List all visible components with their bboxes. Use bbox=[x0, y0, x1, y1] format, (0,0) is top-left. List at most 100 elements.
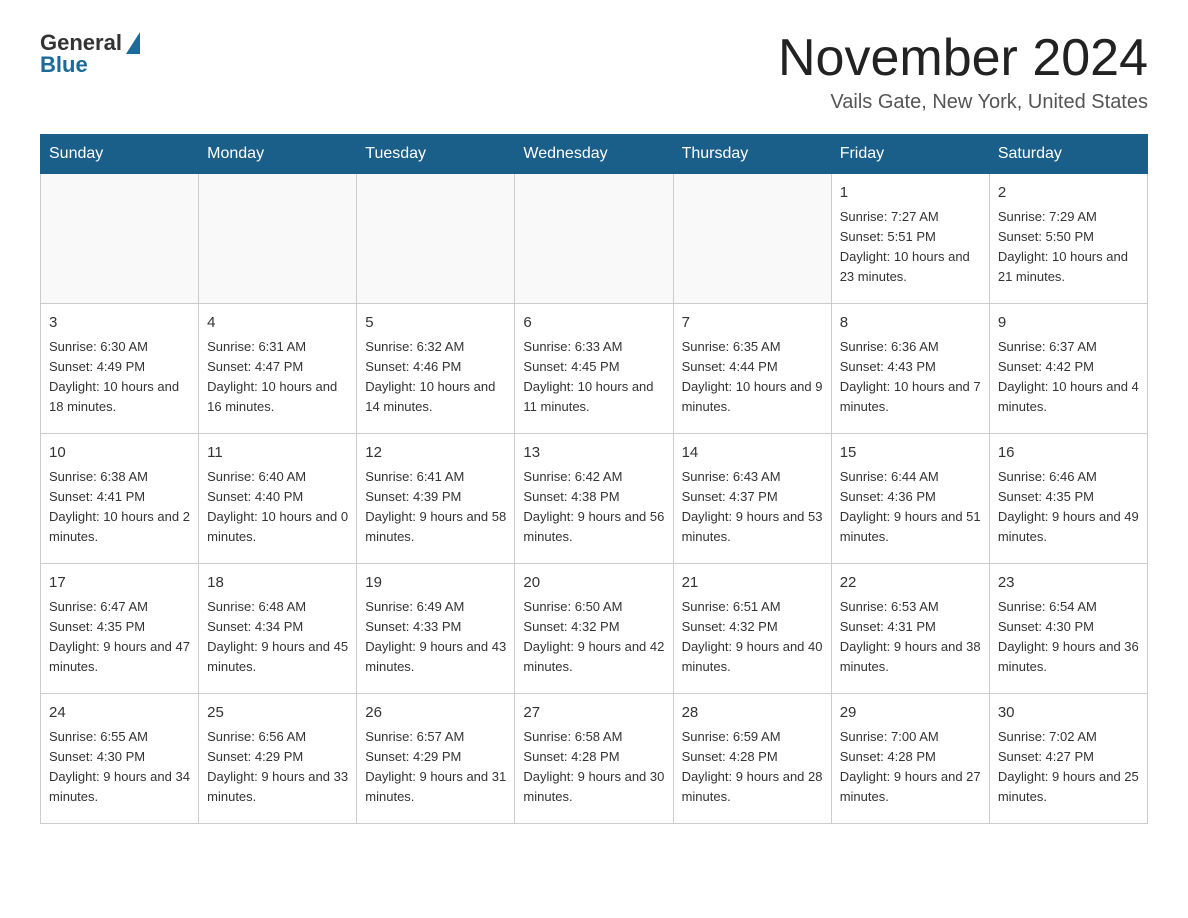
day-number: 8 bbox=[840, 312, 981, 335]
calendar-table: SundayMondayTuesdayWednesdayThursdayFrid… bbox=[40, 134, 1148, 824]
day-number: 22 bbox=[840, 572, 981, 595]
calendar-cell: 7Sunrise: 6:35 AM Sunset: 4:44 PM Daylig… bbox=[673, 304, 831, 434]
day-number: 2 bbox=[998, 182, 1139, 205]
day-info: Sunrise: 6:54 AM Sunset: 4:30 PM Dayligh… bbox=[998, 597, 1139, 678]
day-info: Sunrise: 6:36 AM Sunset: 4:43 PM Dayligh… bbox=[840, 337, 981, 418]
calendar-cell bbox=[515, 174, 673, 304]
day-info: Sunrise: 7:02 AM Sunset: 4:27 PM Dayligh… bbox=[998, 727, 1139, 808]
day-info: Sunrise: 6:33 AM Sunset: 4:45 PM Dayligh… bbox=[523, 337, 664, 418]
calendar-cell: 15Sunrise: 6:44 AM Sunset: 4:36 PM Dayli… bbox=[831, 434, 989, 564]
calendar-body: 1Sunrise: 7:27 AM Sunset: 5:51 PM Daylig… bbox=[41, 174, 1148, 824]
day-of-week-monday: Monday bbox=[199, 135, 357, 174]
calendar-week-3: 10Sunrise: 6:38 AM Sunset: 4:41 PM Dayli… bbox=[41, 434, 1148, 564]
calendar-cell: 22Sunrise: 6:53 AM Sunset: 4:31 PM Dayli… bbox=[831, 564, 989, 694]
calendar-header: SundayMondayTuesdayWednesdayThursdayFrid… bbox=[41, 135, 1148, 174]
day-info: Sunrise: 6:37 AM Sunset: 4:42 PM Dayligh… bbox=[998, 337, 1139, 418]
calendar-cell: 9Sunrise: 6:37 AM Sunset: 4:42 PM Daylig… bbox=[989, 304, 1147, 434]
calendar-cell: 18Sunrise: 6:48 AM Sunset: 4:34 PM Dayli… bbox=[199, 564, 357, 694]
day-info: Sunrise: 6:38 AM Sunset: 4:41 PM Dayligh… bbox=[49, 467, 190, 548]
calendar-cell: 19Sunrise: 6:49 AM Sunset: 4:33 PM Dayli… bbox=[357, 564, 515, 694]
day-info: Sunrise: 6:46 AM Sunset: 4:35 PM Dayligh… bbox=[998, 467, 1139, 548]
day-number: 12 bbox=[365, 442, 506, 465]
days-of-week-row: SundayMondayTuesdayWednesdayThursdayFrid… bbox=[41, 135, 1148, 174]
calendar-cell: 17Sunrise: 6:47 AM Sunset: 4:35 PM Dayli… bbox=[41, 564, 199, 694]
logo: General Blue bbox=[40, 30, 140, 78]
day-info: Sunrise: 6:47 AM Sunset: 4:35 PM Dayligh… bbox=[49, 597, 190, 678]
day-info: Sunrise: 6:35 AM Sunset: 4:44 PM Dayligh… bbox=[682, 337, 823, 418]
day-number: 26 bbox=[365, 702, 506, 725]
day-info: Sunrise: 6:56 AM Sunset: 4:29 PM Dayligh… bbox=[207, 727, 348, 808]
calendar-cell: 28Sunrise: 6:59 AM Sunset: 4:28 PM Dayli… bbox=[673, 694, 831, 824]
day-info: Sunrise: 7:00 AM Sunset: 4:28 PM Dayligh… bbox=[840, 727, 981, 808]
day-number: 10 bbox=[49, 442, 190, 465]
day-info: Sunrise: 6:57 AM Sunset: 4:29 PM Dayligh… bbox=[365, 727, 506, 808]
calendar-cell: 27Sunrise: 6:58 AM Sunset: 4:28 PM Dayli… bbox=[515, 694, 673, 824]
day-info: Sunrise: 6:53 AM Sunset: 4:31 PM Dayligh… bbox=[840, 597, 981, 678]
calendar-cell: 30Sunrise: 7:02 AM Sunset: 4:27 PM Dayli… bbox=[989, 694, 1147, 824]
calendar-cell: 6Sunrise: 6:33 AM Sunset: 4:45 PM Daylig… bbox=[515, 304, 673, 434]
calendar-week-5: 24Sunrise: 6:55 AM Sunset: 4:30 PM Dayli… bbox=[41, 694, 1148, 824]
calendar-cell bbox=[41, 174, 199, 304]
day-info: Sunrise: 6:32 AM Sunset: 4:46 PM Dayligh… bbox=[365, 337, 506, 418]
day-info: Sunrise: 6:41 AM Sunset: 4:39 PM Dayligh… bbox=[365, 467, 506, 548]
day-of-week-sunday: Sunday bbox=[41, 135, 199, 174]
calendar-cell: 25Sunrise: 6:56 AM Sunset: 4:29 PM Dayli… bbox=[199, 694, 357, 824]
calendar-week-2: 3Sunrise: 6:30 AM Sunset: 4:49 PM Daylig… bbox=[41, 304, 1148, 434]
calendar-cell bbox=[199, 174, 357, 304]
calendar-cell: 12Sunrise: 6:41 AM Sunset: 4:39 PM Dayli… bbox=[357, 434, 515, 564]
day-of-week-saturday: Saturday bbox=[989, 135, 1147, 174]
day-of-week-tuesday: Tuesday bbox=[357, 135, 515, 174]
title-section: November 2024 Vails Gate, New York, Unit… bbox=[778, 30, 1148, 114]
day-info: Sunrise: 6:55 AM Sunset: 4:30 PM Dayligh… bbox=[49, 727, 190, 808]
location: Vails Gate, New York, United States bbox=[778, 91, 1148, 114]
calendar-cell: 14Sunrise: 6:43 AM Sunset: 4:37 PM Dayli… bbox=[673, 434, 831, 564]
calendar-cell: 20Sunrise: 6:50 AM Sunset: 4:32 PM Dayli… bbox=[515, 564, 673, 694]
day-of-week-thursday: Thursday bbox=[673, 135, 831, 174]
day-number: 4 bbox=[207, 312, 348, 335]
day-info: Sunrise: 6:30 AM Sunset: 4:49 PM Dayligh… bbox=[49, 337, 190, 418]
day-number: 20 bbox=[523, 572, 664, 595]
day-number: 7 bbox=[682, 312, 823, 335]
day-number: 14 bbox=[682, 442, 823, 465]
day-number: 28 bbox=[682, 702, 823, 725]
day-of-week-wednesday: Wednesday bbox=[515, 135, 673, 174]
day-number: 1 bbox=[840, 182, 981, 205]
calendar-cell bbox=[357, 174, 515, 304]
calendar-cell: 16Sunrise: 6:46 AM Sunset: 4:35 PM Dayli… bbox=[989, 434, 1147, 564]
day-number: 23 bbox=[998, 572, 1139, 595]
calendar-week-1: 1Sunrise: 7:27 AM Sunset: 5:51 PM Daylig… bbox=[41, 174, 1148, 304]
day-info: Sunrise: 6:43 AM Sunset: 4:37 PM Dayligh… bbox=[682, 467, 823, 548]
calendar-week-4: 17Sunrise: 6:47 AM Sunset: 4:35 PM Dayli… bbox=[41, 564, 1148, 694]
day-number: 25 bbox=[207, 702, 348, 725]
day-info: Sunrise: 6:40 AM Sunset: 4:40 PM Dayligh… bbox=[207, 467, 348, 548]
logo-blue-text: Blue bbox=[40, 52, 88, 78]
day-number: 29 bbox=[840, 702, 981, 725]
calendar-cell: 29Sunrise: 7:00 AM Sunset: 4:28 PM Dayli… bbox=[831, 694, 989, 824]
day-number: 6 bbox=[523, 312, 664, 335]
day-number: 16 bbox=[998, 442, 1139, 465]
calendar-cell: 5Sunrise: 6:32 AM Sunset: 4:46 PM Daylig… bbox=[357, 304, 515, 434]
day-info: Sunrise: 6:48 AM Sunset: 4:34 PM Dayligh… bbox=[207, 597, 348, 678]
day-number: 30 bbox=[998, 702, 1139, 725]
day-number: 27 bbox=[523, 702, 664, 725]
calendar-cell: 4Sunrise: 6:31 AM Sunset: 4:47 PM Daylig… bbox=[199, 304, 357, 434]
day-info: Sunrise: 6:49 AM Sunset: 4:33 PM Dayligh… bbox=[365, 597, 506, 678]
day-number: 11 bbox=[207, 442, 348, 465]
day-number: 13 bbox=[523, 442, 664, 465]
day-info: Sunrise: 6:59 AM Sunset: 4:28 PM Dayligh… bbox=[682, 727, 823, 808]
calendar-cell: 1Sunrise: 7:27 AM Sunset: 5:51 PM Daylig… bbox=[831, 174, 989, 304]
day-number: 5 bbox=[365, 312, 506, 335]
day-number: 15 bbox=[840, 442, 981, 465]
day-info: Sunrise: 7:29 AM Sunset: 5:50 PM Dayligh… bbox=[998, 207, 1139, 288]
page-header: General Blue November 2024 Vails Gate, N… bbox=[40, 30, 1148, 114]
calendar-cell: 10Sunrise: 6:38 AM Sunset: 4:41 PM Dayli… bbox=[41, 434, 199, 564]
calendar-cell: 21Sunrise: 6:51 AM Sunset: 4:32 PM Dayli… bbox=[673, 564, 831, 694]
day-number: 9 bbox=[998, 312, 1139, 335]
calendar-cell: 3Sunrise: 6:30 AM Sunset: 4:49 PM Daylig… bbox=[41, 304, 199, 434]
day-number: 21 bbox=[682, 572, 823, 595]
calendar-cell: 2Sunrise: 7:29 AM Sunset: 5:50 PM Daylig… bbox=[989, 174, 1147, 304]
day-info: Sunrise: 6:58 AM Sunset: 4:28 PM Dayligh… bbox=[523, 727, 664, 808]
calendar-cell: 8Sunrise: 6:36 AM Sunset: 4:43 PM Daylig… bbox=[831, 304, 989, 434]
day-number: 3 bbox=[49, 312, 190, 335]
calendar-cell: 13Sunrise: 6:42 AM Sunset: 4:38 PM Dayli… bbox=[515, 434, 673, 564]
